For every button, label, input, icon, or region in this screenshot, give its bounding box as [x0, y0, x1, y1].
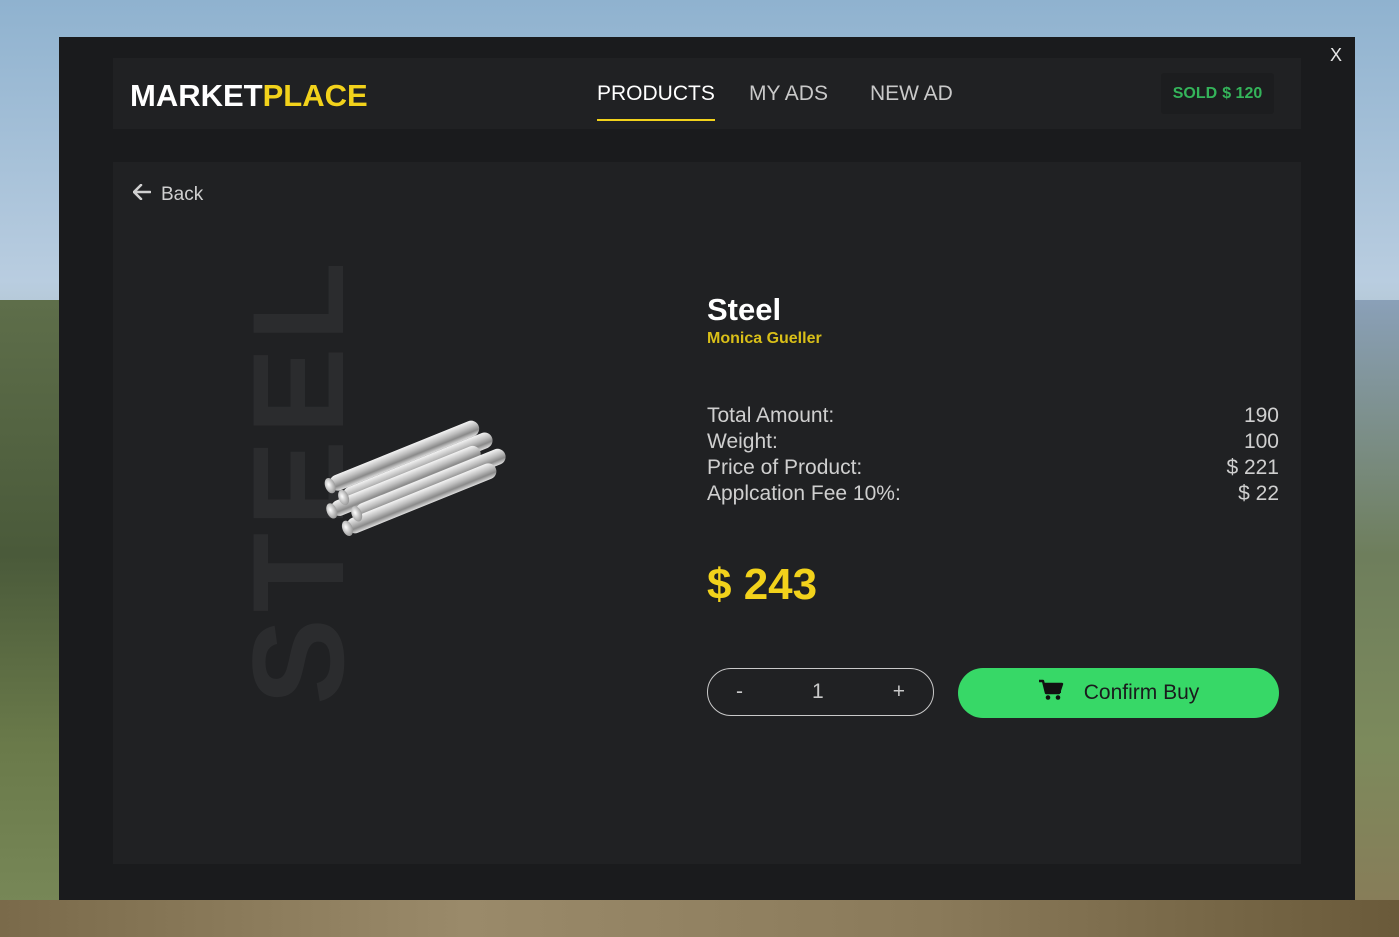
detail-value: $ 221 — [1226, 456, 1279, 479]
detail-value: 100 — [1243, 430, 1279, 453]
background-right — [1355, 300, 1399, 937]
quantity-value[interactable]: 1 — [812, 680, 824, 704]
back-label: Back — [161, 184, 204, 205]
product-seller[interactable]: Monica Gueller — [707, 330, 822, 348]
logo-part-place: PLACE — [262, 78, 368, 113]
detail-row-price: Price of Product: $ 221 — [707, 455, 1279, 481]
tab-new-ad[interactable]: NEW AD — [870, 82, 953, 119]
arrow-left-icon — [132, 183, 152, 206]
back-button[interactable]: Back — [132, 183, 204, 206]
sold-label: SOLD — [1172, 84, 1218, 102]
detail-row-total-amount: Total Amount: 190 — [707, 403, 1279, 429]
detail-value: 190 — [1243, 404, 1279, 427]
product-title: Steel — [707, 292, 782, 327]
tab-my-ads[interactable]: MY ADS — [749, 82, 828, 119]
detail-row-fee: Applcation Fee 10%: $ 22 — [707, 481, 1279, 507]
total-price: $ 243 — [707, 560, 818, 609]
detail-label: Price of Product: — [707, 456, 863, 479]
decrement-button[interactable]: - — [736, 680, 743, 704]
steel-bars-image — [324, 420, 506, 536]
header-bar: MARKETPLACE PRODUCTS MY ADS NEW AD SOLD … — [113, 58, 1301, 129]
background-bottom — [0, 900, 1399, 937]
detail-label: Total Amount: — [707, 404, 835, 427]
increment-button[interactable]: + — [893, 680, 905, 704]
sold-amount: $ 120 — [1222, 84, 1263, 102]
logo: MARKETPLACE — [130, 78, 368, 114]
detail-row-weight: Weight: 100 — [707, 429, 1279, 455]
product-details: Total Amount: 190 Weight: 100 Price of P… — [707, 403, 1279, 507]
quantity-stepper: - 1 + — [707, 668, 934, 716]
close-button[interactable]: X — [1330, 45, 1342, 66]
detail-label: Weight: — [707, 430, 778, 453]
cart-icon — [1038, 679, 1064, 707]
background-left — [0, 300, 60, 937]
logo-part-market: MARKET — [130, 78, 263, 113]
detail-value: $ 22 — [1238, 482, 1279, 505]
confirm-buy-label: Confirm Buy — [1083, 681, 1200, 704]
tab-products[interactable]: PRODUCTS — [597, 82, 715, 121]
confirm-buy-button[interactable]: Confirm Buy — [958, 668, 1279, 718]
sold-badge: SOLD $ 120 — [1161, 73, 1274, 114]
product-panel: Back STEEL Steel Monica Gueller Total Am… — [113, 162, 1301, 864]
marketplace-window: X MARKETPLACE PRODUCTS MY ADS NEW AD SOL… — [59, 37, 1355, 900]
detail-label: Applcation Fee 10%: — [707, 482, 901, 505]
